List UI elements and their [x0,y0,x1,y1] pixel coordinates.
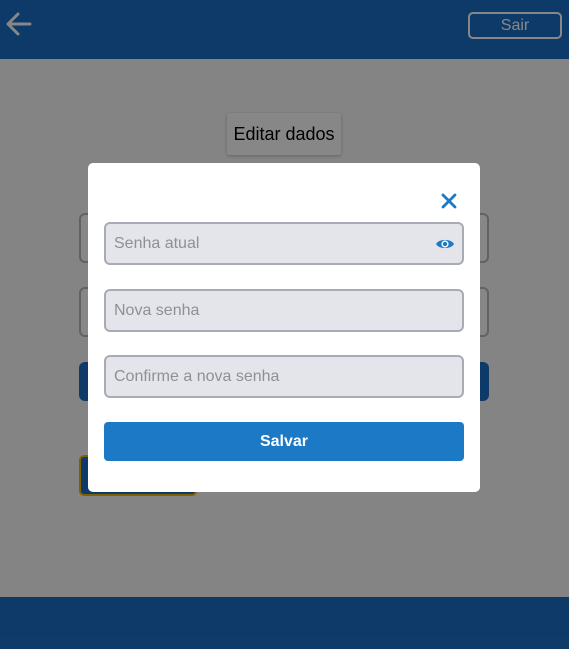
current-password-field [104,222,464,265]
eye-icon[interactable] [435,236,455,252]
new-password-field [104,289,464,332]
save-button[interactable]: Salvar [104,422,464,461]
close-button[interactable] [439,191,459,211]
current-password-input[interactable] [106,224,462,263]
new-password-input[interactable] [106,291,462,330]
change-password-modal: Salvar [88,163,480,492]
close-icon [441,193,457,209]
confirm-password-field [104,355,464,398]
confirm-password-input[interactable] [106,357,462,396]
modal-backdrop[interactable]: Salvar [0,0,569,649]
